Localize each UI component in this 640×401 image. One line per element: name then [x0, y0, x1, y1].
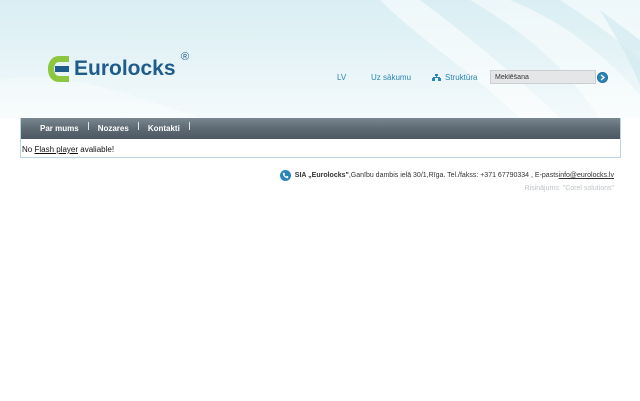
footer-address: ,Ganību dambis ielā 30/1,Rīga. Tel./faks…	[348, 172, 559, 179]
flash-player-link[interactable]: Flash player	[34, 145, 78, 154]
logo[interactable]: Eurolocks ®	[47, 51, 189, 84]
nav-item-contacts[interactable]: Kontakti	[148, 124, 180, 133]
footer-contact: SIA „Eurolocks" ,Ganību dambis ielā 30/1,…	[279, 170, 614, 181]
language-link[interactable]: LV	[337, 73, 346, 82]
logo-text: Eurolocks	[74, 57, 176, 80]
main-nav: Par mums Nozares Kontakti	[20, 118, 621, 139]
structure-link-label: Struktūra	[445, 73, 478, 82]
registered-mark: ®	[181, 51, 190, 63]
footer-company: SIA „Eurolocks"	[294, 172, 349, 179]
search-button[interactable]	[597, 72, 608, 83]
footer-credit[interactable]: Risinājums: "Corel solutions"	[525, 185, 614, 192]
home-link[interactable]: Uz sākumu	[371, 73, 411, 82]
phone-icon	[279, 170, 291, 181]
arrow-right-icon	[600, 74, 606, 81]
search-input[interactable]	[490, 70, 596, 84]
content-area: No Flash player avaliable!	[20, 139, 621, 158]
nav-item-industries[interactable]: Nozares	[98, 124, 129, 133]
nav-item-about[interactable]: Par mums	[40, 124, 79, 133]
sitemap-icon	[432, 74, 441, 81]
page: Eurolocks ® LV Uz sākumu Struktūra Par m…	[0, 0, 640, 401]
structure-link[interactable]: Struktūra	[432, 73, 477, 82]
nav-separator	[188, 122, 190, 130]
logo-mark-icon	[48, 56, 69, 82]
nav-separator	[137, 122, 139, 130]
nav-separator	[87, 122, 89, 130]
flash-message-prefix: No	[22, 145, 35, 154]
flash-message-suffix: avaliable!	[78, 145, 115, 154]
footer-email-link[interactable]: info@eurolocks.lv	[559, 172, 614, 179]
